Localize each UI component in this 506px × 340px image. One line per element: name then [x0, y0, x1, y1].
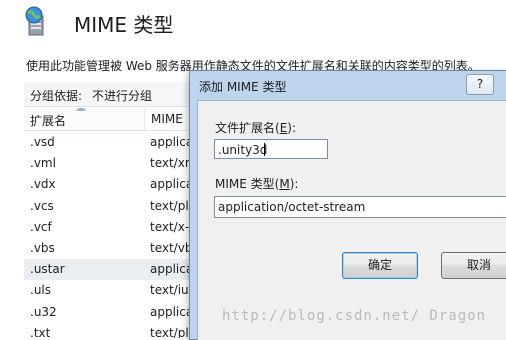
extension-input[interactable]: .unity3d: [214, 139, 328, 159]
mime-cell: applica: [150, 177, 194, 192]
extension-label-suffix: ):: [287, 121, 297, 135]
group-by-dropdown[interactable]: 不进行分组: [92, 87, 152, 104]
extension-cell: .vsd: [30, 135, 55, 149]
extension-cell: .txt: [30, 325, 51, 338]
mime-type-label-accesskey: M: [279, 177, 290, 191]
extension-label-text: 文件扩展名(: [215, 121, 280, 135]
extension-input-value: .unity3d: [218, 143, 268, 157]
mime-cell: text/iul: [150, 283, 192, 298]
help-button[interactable]: ?: [466, 74, 494, 95]
ok-button[interactable]: 确定: [342, 252, 418, 279]
add-mime-type-dialog: 添加 MIME 类型 ? 文件扩展名(E): .unity3d MIME 类型(…: [189, 70, 506, 340]
extension-cell: .vcf: [30, 219, 52, 234]
sort-ascending-icon: [76, 108, 86, 111]
mime-type-label-suffix: ):: [289, 177, 299, 191]
mime-type-label-text: MIME 类型(: [215, 177, 280, 191]
extension-cell: .u32: [30, 304, 57, 319]
group-by-label: 分组依据:: [30, 89, 83, 103]
text-caret: [264, 143, 265, 156]
extension-label: 文件扩展名(E):: [215, 119, 296, 136]
mime-type-input[interactable]: application/octet-stream: [214, 196, 506, 218]
extension-cell: .vdx: [30, 177, 56, 192]
page-title: MIME 类型: [74, 13, 174, 37]
extension-cell: .ustar: [30, 262, 65, 277]
column-header-extension-label: 扩展名: [30, 114, 67, 128]
mime-type-label: MIME 类型(M):: [215, 175, 298, 192]
cancel-button[interactable]: 取消: [441, 252, 506, 279]
column-header-extension[interactable]: 扩展名: [24, 108, 145, 131]
mime-cell: applica: [150, 262, 194, 277]
extension-cell: .vbs: [30, 241, 55, 255]
mime-cell: applica: [150, 135, 194, 149]
mime-type-input-value: application/octet-stream: [218, 200, 366, 214]
mime-types-icon: [22, 6, 52, 36]
watermark: http://blog.csdn.net/ Dragon: [222, 308, 487, 324]
extension-cell: .uls: [30, 283, 52, 298]
extension-cell: .vcs: [30, 198, 54, 213]
dialog-client-area: 文件扩展名(E): .unity3d MIME 类型(M): applicati…: [197, 100, 506, 340]
column-header-mime-label: MIME: [151, 112, 183, 126]
mime-cell: text/vb: [150, 241, 193, 255]
extension-cell: .vml: [30, 156, 56, 171]
dialog-title: 添加 MIME 类型: [199, 80, 287, 94]
